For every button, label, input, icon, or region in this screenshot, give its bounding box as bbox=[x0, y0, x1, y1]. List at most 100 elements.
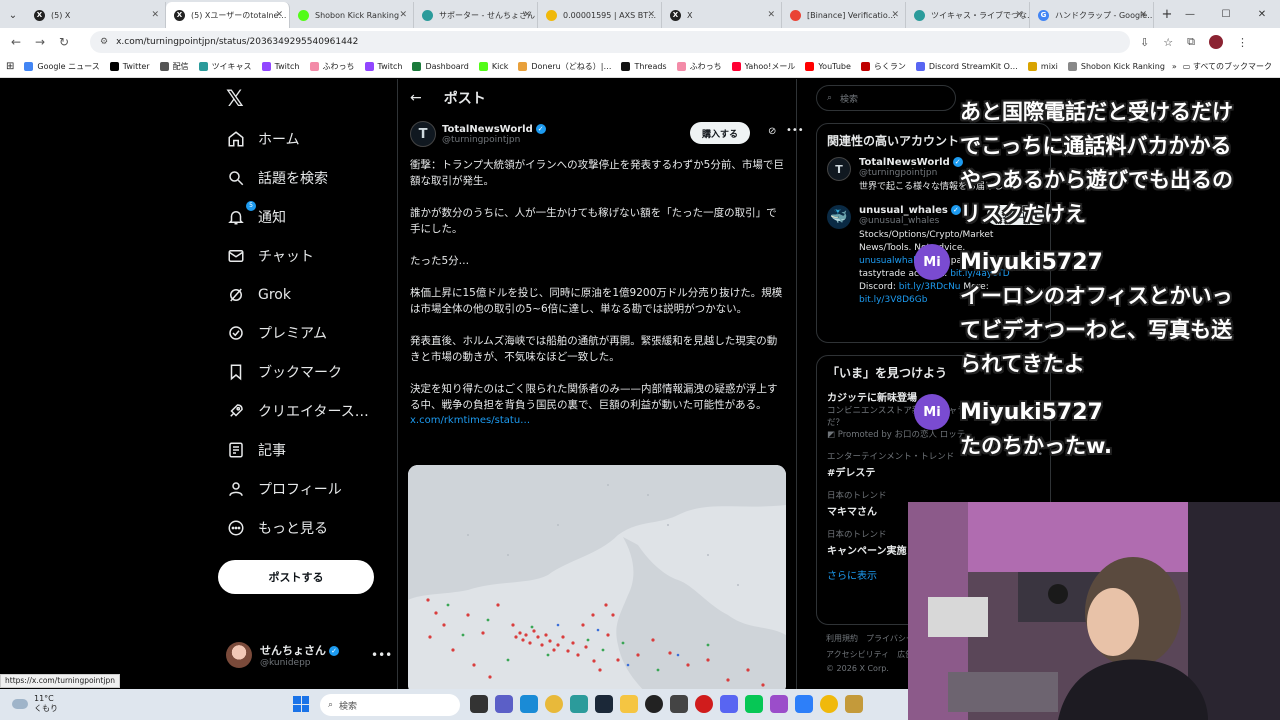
taskbar-search-input[interactable]: ⌕ 検索 bbox=[320, 694, 460, 716]
close-icon[interactable]: ✕ bbox=[523, 10, 531, 20]
tab-2[interactable]: X (5) Xユーザーのtotalne… ✕ bbox=[166, 2, 290, 28]
minimize-icon[interactable]: — bbox=[1172, 9, 1208, 20]
search-input[interactable]: ⌕ 検索 bbox=[816, 85, 956, 111]
more-options-icon[interactable]: ••• bbox=[786, 125, 804, 136]
bookmark-item[interactable]: Google ニュース bbox=[24, 61, 100, 72]
app-icon[interactable] bbox=[795, 695, 813, 713]
bookmark-item[interactable]: Dashboard bbox=[412, 62, 469, 71]
tab-7[interactable]: [Binance] Verificatio… ✕ bbox=[782, 2, 906, 28]
bookmark-item[interactable]: 配信 bbox=[159, 61, 189, 72]
close-window-icon[interactable]: ✕ bbox=[1244, 9, 1280, 20]
x-logo-icon[interactable]: 𝕏 bbox=[226, 87, 244, 112]
post-button[interactable]: ポストする bbox=[218, 560, 374, 594]
reload-icon[interactable]: ↻ bbox=[52, 35, 76, 49]
avatar[interactable] bbox=[1208, 35, 1223, 49]
close-icon[interactable]: ✕ bbox=[399, 10, 407, 20]
bookmark-item[interactable]: ふわっち bbox=[309, 61, 355, 72]
weather-widget[interactable]: 11°C くもり bbox=[12, 694, 58, 714]
file-explorer-icon[interactable] bbox=[620, 695, 638, 713]
edge-icon[interactable] bbox=[570, 695, 588, 713]
post-link[interactable]: x.com/rkmtimes/statu… bbox=[410, 415, 796, 426]
nav-item-notifications[interactable]: 5 通知 bbox=[226, 201, 286, 231]
bookmark-item[interactable]: らくラン bbox=[860, 61, 906, 72]
bookmark-item[interactable]: Threads bbox=[621, 62, 667, 71]
nav-item-bookmarks[interactable]: ブックマーク bbox=[226, 358, 342, 386]
app-icon[interactable] bbox=[670, 695, 688, 713]
line-icon[interactable] bbox=[745, 695, 763, 713]
close-icon[interactable]: ✕ bbox=[891, 10, 899, 20]
browser-menu-icon[interactable]: ⋮ bbox=[1237, 36, 1248, 49]
account-switcher[interactable]: せんちょさん ✓ @kunidepp ••• bbox=[226, 642, 392, 668]
apps-icon[interactable]: ⊞ bbox=[6, 61, 14, 72]
bookmark-item[interactable]: Twitch bbox=[364, 62, 402, 71]
app-icon[interactable] bbox=[820, 695, 838, 713]
install-app-icon[interactable]: ⇩ bbox=[1140, 36, 1149, 49]
avatar[interactable]: T bbox=[410, 121, 436, 147]
nav-item-more[interactable]: もっと見る bbox=[226, 514, 328, 542]
nav-item-profile[interactable]: プロフィール bbox=[226, 475, 342, 503]
bookmark-item[interactable]: Doneru（どねる）|… bbox=[518, 61, 611, 72]
url-bar[interactable]: ⚙ x.com/turningpointjpn/status/203634929… bbox=[90, 31, 1130, 53]
footer-links[interactable]: 利用規約 プライバシー bbox=[826, 633, 914, 644]
tab-5[interactable]: 0.00001595 | AXS BT… ✕ bbox=[538, 2, 662, 28]
nav-item-chat[interactable]: チャット bbox=[226, 242, 314, 270]
bookmark-item[interactable]: Kick bbox=[478, 62, 508, 71]
grok-icon[interactable]: ⊘ bbox=[768, 126, 776, 137]
site-info-icon[interactable]: ⚙ bbox=[100, 37, 108, 47]
tab-search-button[interactable]: ⌄ bbox=[0, 2, 26, 28]
close-icon[interactable]: ✕ bbox=[767, 10, 775, 20]
post-image-map[interactable] bbox=[408, 465, 786, 695]
all-bookmarks-folder[interactable]: ▭ すべてのブックマーク bbox=[1183, 61, 1272, 72]
close-icon[interactable]: ✕ bbox=[1015, 10, 1023, 20]
tab-1[interactable]: X (5) X ✕ bbox=[26, 2, 166, 28]
nav-item-articles[interactable]: 記事 bbox=[226, 436, 286, 464]
maximize-icon[interactable]: ☐ bbox=[1208, 9, 1244, 20]
author-name[interactable]: TotalNewsWorld bbox=[442, 124, 533, 135]
streaming-app-icon[interactable] bbox=[770, 695, 788, 713]
chevron-right-icon[interactable]: » bbox=[1172, 62, 1177, 71]
star-icon[interactable]: ☆ bbox=[1163, 36, 1173, 49]
nav-item-premium[interactable]: プレミアム bbox=[226, 319, 327, 347]
close-icon[interactable]: ✕ bbox=[151, 10, 159, 20]
more-options-icon[interactable]: ••• bbox=[371, 648, 392, 662]
tab-9[interactable]: G ハンドクラップ - Google… ✕ bbox=[1030, 2, 1154, 28]
tab-8[interactable]: ツイキャス・ライブでつな… ✕ bbox=[906, 2, 1030, 28]
close-icon[interactable]: ✕ bbox=[647, 10, 655, 20]
forward-icon[interactable]: → bbox=[28, 35, 52, 49]
steam-icon[interactable] bbox=[595, 695, 613, 713]
record-icon[interactable] bbox=[695, 695, 713, 713]
nav-item-grok[interactable]: Grok bbox=[226, 281, 291, 309]
tab-3[interactable]: Shobon Kick Ranking ✕ bbox=[290, 2, 414, 28]
author-handle[interactable]: @turningpointjpn bbox=[442, 135, 546, 145]
app-icon[interactable] bbox=[845, 695, 863, 713]
extensions-icon[interactable]: ⧉ bbox=[1187, 35, 1195, 49]
bookmark-item[interactable]: ツイキャス bbox=[198, 61, 252, 72]
teams-icon[interactable] bbox=[495, 695, 513, 713]
subscribe-button[interactable]: 購入する bbox=[690, 122, 750, 144]
bio-link[interactable]: bit.ly/3V8D6Gb bbox=[859, 295, 927, 305]
bookmark-item[interactable]: ふわっち bbox=[676, 61, 722, 72]
back-arrow-icon[interactable]: ← bbox=[410, 90, 422, 106]
discord-icon[interactable] bbox=[720, 695, 738, 713]
tab-4[interactable]: サポーター - せんちょさん ✕ bbox=[414, 2, 538, 28]
footer-links[interactable]: アクセシビリティ 広告 bbox=[826, 649, 913, 660]
task-view-icon[interactable] bbox=[470, 695, 488, 713]
copilot-icon[interactable] bbox=[520, 695, 538, 713]
bookmark-item[interactable]: Twitter bbox=[109, 62, 150, 71]
bio-link[interactable]: bit.ly/3RDcNu bbox=[899, 282, 961, 292]
close-icon[interactable]: ✕ bbox=[275, 10, 283, 20]
chrome-icon[interactable] bbox=[545, 695, 563, 713]
bookmark-item[interactable]: Yahoo!メール bbox=[731, 61, 795, 72]
nav-item-home[interactable]: ホーム bbox=[226, 125, 300, 153]
bookmark-item[interactable]: Twitch bbox=[261, 62, 300, 71]
close-icon[interactable]: ✕ bbox=[1139, 10, 1147, 20]
nav-item-creator-studio[interactable]: クリエイタース… bbox=[226, 397, 369, 425]
nav-item-explore[interactable]: 話題を検索 bbox=[226, 164, 328, 192]
bookmark-item[interactable]: Discord StreamKit O… bbox=[915, 62, 1018, 71]
windows-start-icon[interactable] bbox=[293, 696, 309, 712]
obs-icon[interactable] bbox=[645, 695, 663, 713]
bookmark-item[interactable]: YouTube bbox=[805, 62, 851, 71]
back-icon[interactable]: ← bbox=[4, 35, 28, 49]
bookmark-item[interactable]: mixi bbox=[1027, 62, 1058, 71]
tab-6[interactable]: X X ✕ bbox=[662, 2, 782, 28]
